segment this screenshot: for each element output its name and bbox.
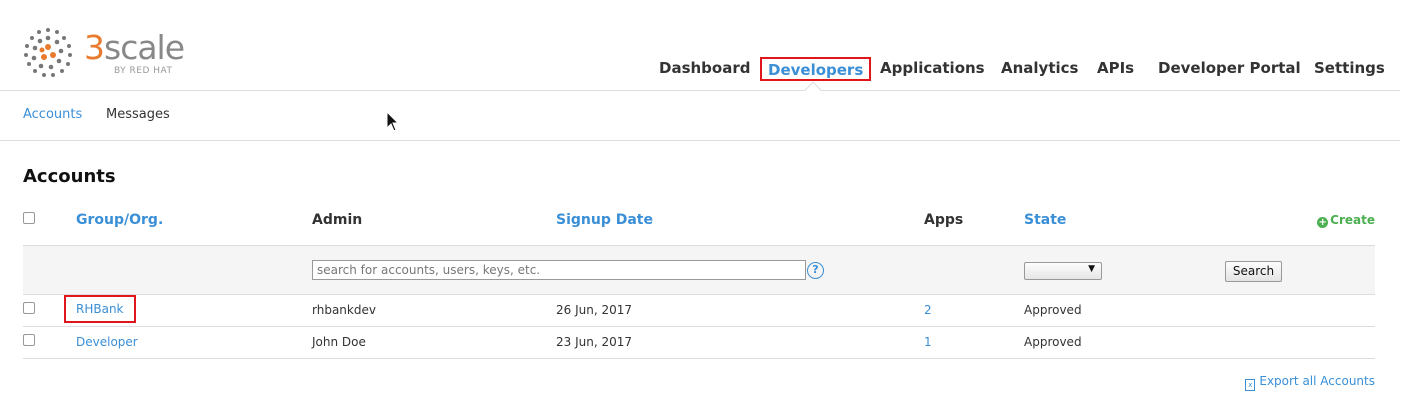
filter-row: ? ▼ Search [23, 246, 1375, 295]
apps-count-link[interactable]: 2 [924, 303, 932, 317]
search-input[interactable] [312, 260, 806, 280]
search-button[interactable]: Search [1225, 261, 1282, 282]
nav-dashboard[interactable]: Dashboard [659, 57, 750, 81]
column-admin: Admin [312, 212, 363, 228]
nav-developer-portal[interactable]: Developer Portal [1158, 57, 1301, 81]
export-accounts-link[interactable]: x Export all Accounts [1245, 374, 1375, 391]
subnav-messages[interactable]: Messages [106, 107, 170, 122]
signup-date-cell: 26 Jun, 2017 [556, 303, 633, 317]
row-checkbox[interactable] [23, 302, 35, 314]
export-file-icon: x [1245, 379, 1256, 391]
subnav-accounts[interactable]: Accounts [23, 107, 82, 122]
mouse-cursor-icon [386, 111, 400, 132]
create-account-button[interactable]: + Create [1317, 213, 1375, 228]
admin-cell: rhbankdev [312, 303, 376, 317]
row-checkbox[interactable] [23, 334, 35, 346]
dropdown-arrow-icon: ▼ [1088, 264, 1095, 274]
table-row: Developer John Doe 23 Jun, 2017 1 Approv… [23, 327, 1375, 359]
top-navigation: Dashboard Developers Applications Analyt… [0, 57, 1400, 83]
table-row: RHBank rhbankdev 26 Jun, 2017 2 Approved [23, 295, 1375, 327]
nav-applications[interactable]: Applications [880, 57, 985, 81]
column-signup-date[interactable]: Signup Date [556, 212, 653, 228]
accounts-table: Group/Org. Admin Signup Date Apps State … [23, 200, 1375, 359]
nav-developers[interactable]: Developers [760, 57, 872, 81]
apps-count-link[interactable]: 1 [924, 335, 932, 349]
signup-date-cell: 23 Jun, 2017 [556, 335, 633, 349]
column-apps: Apps [924, 212, 964, 228]
state-select[interactable]: ▼ [1024, 262, 1102, 280]
state-cell: Approved [1024, 303, 1082, 317]
account-link[interactable]: Developer [76, 335, 138, 349]
column-group-org[interactable]: Group/Org. [76, 212, 163, 228]
app-header: 3scale BY RED HAT Dashboard Developers A… [0, 0, 1400, 91]
nav-analytics[interactable]: Analytics [1001, 57, 1078, 81]
column-state[interactable]: State [1024, 212, 1066, 228]
page-title: Accounts [23, 166, 116, 187]
nav-apis[interactable]: APIs [1097, 57, 1134, 81]
select-all-checkbox[interactable] [23, 212, 35, 224]
state-cell: Approved [1024, 335, 1082, 349]
admin-cell: John Doe [312, 335, 366, 349]
plus-icon: + [1317, 217, 1329, 228]
account-link[interactable]: RHBank [64, 295, 136, 323]
sub-navigation: Accounts Messages [0, 91, 1400, 141]
table-header-row: Group/Org. Admin Signup Date Apps State … [23, 200, 1375, 246]
nav-settings[interactable]: Settings [1314, 57, 1385, 81]
help-icon[interactable]: ? [807, 262, 824, 279]
